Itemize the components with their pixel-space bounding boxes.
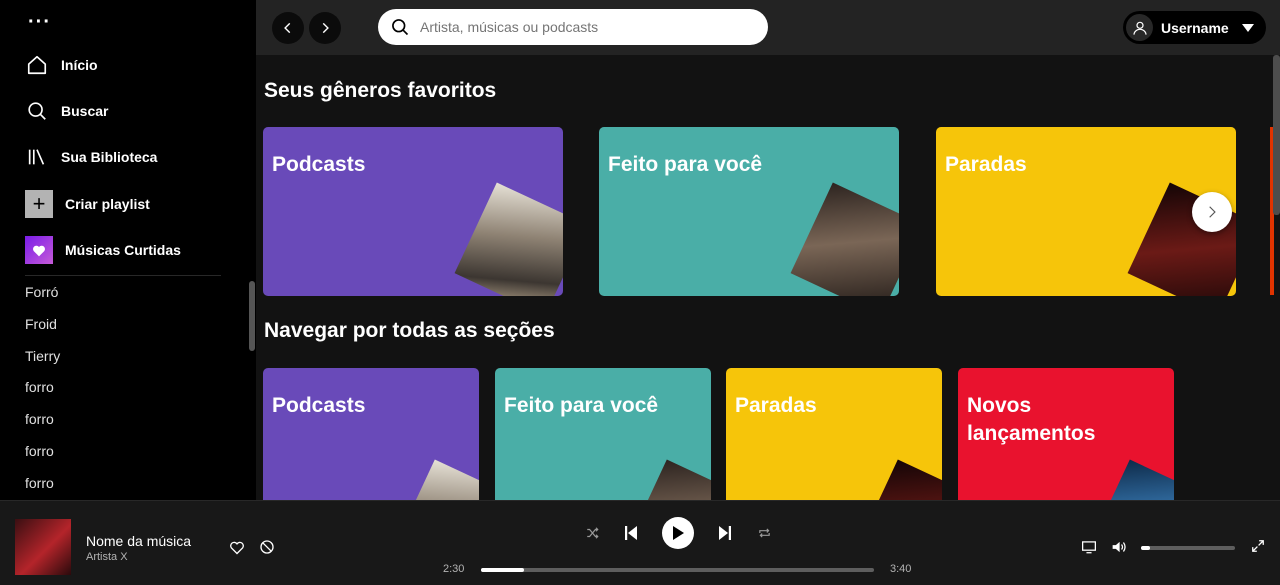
- playlist-item[interactable]: Forró: [25, 282, 60, 314]
- section-title-favorites: Seus gêneros favoritos: [264, 79, 497, 102]
- block-icon[interactable]: [258, 538, 276, 556]
- previous-icon[interactable]: [622, 524, 640, 542]
- playlist-item[interactable]: Froid: [25, 314, 60, 346]
- home-icon: [25, 53, 49, 77]
- progress-fill: [481, 568, 525, 572]
- liked-songs-label: Músicas Curtidas: [65, 242, 181, 258]
- play-icon: [673, 526, 684, 540]
- section-title-browse: Navegar por todas as seções: [264, 319, 555, 342]
- total-time: 3:40: [890, 563, 912, 575]
- genre-card-label: Novos lançamentos: [967, 394, 1096, 445]
- genre-card[interactable]: Feito para você: [495, 368, 711, 500]
- sidebar-item-library[interactable]: Sua Biblioteca: [25, 144, 157, 170]
- volume-slider[interactable]: [1141, 546, 1235, 550]
- shuffle-icon[interactable]: [583, 524, 601, 542]
- genre-card-label: Paradas: [945, 153, 1027, 176]
- search-icon: [25, 99, 49, 123]
- create-playlist-button[interactable]: + Criar playlist: [25, 190, 150, 218]
- playlist-item[interactable]: forro: [25, 377, 60, 409]
- playlist-item[interactable]: forro: [25, 409, 60, 441]
- genre-card-label: Podcasts: [272, 394, 366, 417]
- volume-fill: [1141, 546, 1151, 550]
- chevron-right-icon: [1209, 206, 1216, 218]
- back-button[interactable]: [272, 12, 304, 44]
- sidebar-item-label: Buscar: [61, 103, 109, 119]
- genre-card[interactable]: Novos lançamentos: [958, 368, 1174, 500]
- progress-bar[interactable]: [481, 568, 874, 572]
- genre-card-label: Paradas: [735, 394, 817, 417]
- playlist-item[interactable]: forro: [25, 441, 60, 473]
- main-scrollbar[interactable]: [1273, 55, 1280, 215]
- elapsed-time: 2:30: [443, 563, 465, 575]
- plus-icon: +: [25, 190, 53, 218]
- card-artwork: [1087, 459, 1174, 500]
- card-artwork: [392, 459, 479, 500]
- track-cover[interactable]: [15, 519, 71, 575]
- user-icon: [1126, 14, 1153, 41]
- sidebar-scrollbar[interactable]: [249, 281, 255, 351]
- track-artist[interactable]: Artista X: [86, 551, 128, 563]
- card-artwork: [855, 459, 942, 500]
- genre-card-label: Podcasts: [272, 153, 366, 176]
- fullscreen-icon[interactable]: [1250, 538, 1266, 554]
- user-menu-button[interactable]: Username: [1123, 11, 1266, 44]
- liked-songs-button[interactable]: Músicas Curtidas: [25, 236, 181, 264]
- top-bar: Username: [256, 0, 1280, 55]
- genre-card[interactable]: Feito para você: [599, 127, 899, 296]
- card-artwork: [454, 182, 563, 296]
- genre-card[interactable]: Podcasts: [263, 368, 479, 500]
- heart-icon: [25, 236, 53, 264]
- sidebar-item-label: Início: [61, 57, 98, 73]
- heart-icon[interactable]: [228, 538, 246, 556]
- device-icon[interactable]: [1080, 538, 1098, 556]
- sidebar-item-home[interactable]: Início: [25, 52, 98, 78]
- repeat-icon[interactable]: [755, 524, 773, 542]
- forward-button[interactable]: [309, 12, 341, 44]
- search-bar: [378, 9, 768, 45]
- genre-card[interactable]: Podcasts: [263, 127, 563, 296]
- chevron-left-icon: [284, 22, 291, 34]
- player-bar: Nome da música Artista X 2:30 3:40: [0, 500, 1280, 585]
- main-content: Seus gêneros favoritos Podcasts Feito pa…: [256, 55, 1280, 500]
- sidebar-divider: [25, 275, 221, 276]
- track-name[interactable]: Nome da música: [86, 533, 191, 549]
- genre-card[interactable]: Paradas: [936, 127, 1236, 296]
- sidebar-item-label: Sua Biblioteca: [61, 149, 158, 165]
- genre-card-label: Feito para você: [608, 153, 763, 176]
- card-artwork: [624, 459, 711, 500]
- search-icon: [392, 19, 409, 36]
- card-artwork: [790, 182, 899, 296]
- caret-down-icon: [1241, 23, 1254, 32]
- search-input[interactable]: [420, 19, 750, 35]
- genre-card-label: Feito para você: [504, 394, 659, 417]
- more-dots-icon[interactable]: ···: [28, 12, 51, 32]
- sidebar-item-search[interactable]: Buscar: [25, 98, 108, 124]
- library-icon: [25, 145, 49, 169]
- chevron-right-icon: [322, 22, 329, 34]
- play-button[interactable]: [662, 517, 694, 549]
- playlist-list: Forró Froid Tierry forro forro forro for…: [25, 282, 60, 505]
- genre-card[interactable]: Paradas: [726, 368, 942, 500]
- carousel-next-button[interactable]: [1192, 192, 1232, 232]
- create-playlist-label: Criar playlist: [65, 196, 150, 212]
- username: Username: [1161, 19, 1229, 36]
- sidebar: ··· Início Buscar Sua Biblioteca + Criar…: [0, 0, 256, 500]
- volume-icon[interactable]: [1110, 538, 1128, 556]
- next-icon[interactable]: [716, 524, 734, 542]
- playlist-item[interactable]: Tierry: [25, 346, 60, 378]
